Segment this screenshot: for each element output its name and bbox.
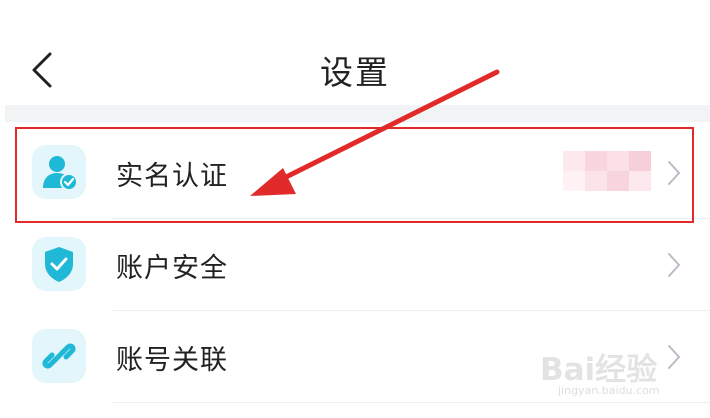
chevron-right-icon xyxy=(668,253,680,277)
section-divider xyxy=(5,105,710,122)
link-icon xyxy=(42,343,76,369)
chevron-right-icon xyxy=(668,345,680,369)
settings-item-label: 账号关联 xyxy=(116,345,228,376)
settings-item-label: 账户安全 xyxy=(116,253,228,284)
settings-item-account-security[interactable]: 账户安全 xyxy=(5,219,710,311)
settings-item-label: 实名认证 xyxy=(116,161,228,192)
user-verified-icon xyxy=(43,156,78,191)
settings-item-real-name[interactable]: 实名认证 xyxy=(5,127,710,219)
chevron-right-icon xyxy=(668,161,680,185)
settings-item-account-link[interactable]: 账号关联 xyxy=(5,311,710,403)
page-title: 设置 xyxy=(320,53,390,92)
security-icon-container xyxy=(32,237,86,291)
blurred-value xyxy=(563,151,651,191)
real-name-icon-container xyxy=(32,145,86,199)
row-divider xyxy=(113,402,710,403)
shield-check-icon xyxy=(45,247,73,282)
link-icon-container xyxy=(32,329,86,383)
navigation-bar: 设置 xyxy=(0,0,710,105)
